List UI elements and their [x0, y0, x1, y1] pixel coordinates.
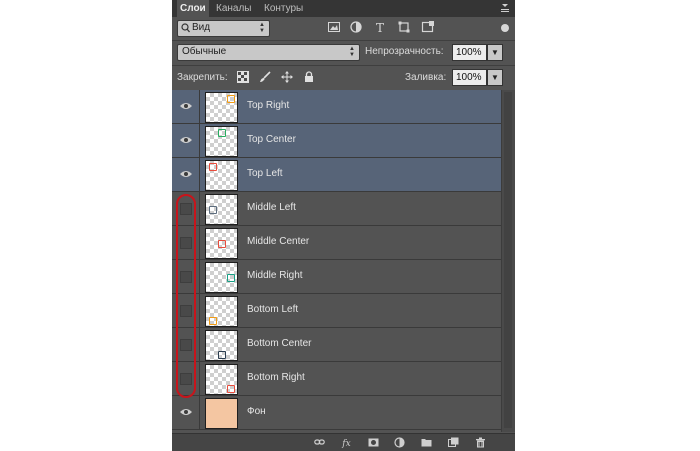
layer-row[interactable]: Фон [172, 396, 502, 430]
shape-filter-icon[interactable] [397, 20, 411, 34]
layer-list: Top Right Top Center Top Left Middle Left Mi… [172, 90, 502, 432]
add-mask-icon[interactable] [368, 437, 379, 448]
tab-paths[interactable]: Контуры [264, 0, 303, 17]
lock-label: Закрепить: [177, 72, 228, 83]
thumbnail-marker [227, 274, 235, 282]
thumbnail-marker [218, 240, 226, 248]
visibility-toggle[interactable] [172, 158, 200, 191]
layer-thumbnail [205, 92, 238, 123]
layer-name[interactable]: Middle Right [247, 270, 303, 281]
layer-row[interactable]: Middle Left [172, 192, 502, 226]
visibility-toggle[interactable] [172, 396, 200, 429]
blend-row: Обычные ▲ ▼ Непрозрачность: 100% ▼ [172, 40, 515, 65]
fill-dropdown-button[interactable]: ▼ [487, 69, 503, 86]
filter-toggle[interactable] [501, 24, 509, 32]
layer-thumbnail [205, 330, 238, 361]
opacity-input[interactable]: 100% [452, 44, 487, 61]
eye-icon [180, 409, 192, 415]
thumbnail-marker [218, 351, 226, 359]
adjustment-layer-icon[interactable] [394, 437, 405, 448]
type-filter-icon[interactable]: T [373, 20, 387, 34]
layer-row[interactable]: Middle Right [172, 260, 502, 294]
eye-icon [180, 137, 192, 143]
layer-thumbnail [205, 364, 238, 395]
scrollbar-thumb[interactable] [504, 92, 512, 428]
panel-menu-icon[interactable] [499, 2, 511, 14]
layer-thumbnail [205, 398, 238, 429]
lock-all-icon[interactable] [303, 71, 315, 83]
layer-thumbnail [205, 126, 238, 157]
lock-row: Закрепить: Заливка: 100% ▼ [172, 65, 515, 90]
opacity-dropdown-button[interactable]: ▼ [487, 44, 503, 61]
layer-name[interactable]: Middle Left [247, 202, 296, 213]
svg-text:fx: fx [341, 439, 350, 448]
thumbnail-marker [209, 206, 217, 214]
lock-position-icon[interactable] [281, 71, 293, 83]
fill-input[interactable]: 100% [452, 69, 487, 86]
fill-label: Заливка: [405, 72, 447, 83]
new-layer-icon[interactable] [448, 437, 459, 448]
svg-text:T: T [376, 21, 384, 34]
layer-row[interactable]: Top Left [172, 158, 502, 192]
visibility-annotation-highlight [176, 194, 196, 398]
thumbnail-marker [218, 129, 226, 137]
delete-icon[interactable] [475, 437, 486, 448]
filter-row: Вид ▲ ▼ T [172, 17, 515, 39]
layer-name[interactable]: Фон [247, 406, 266, 417]
tab-layers[interactable]: Слои [177, 0, 209, 17]
layer-name[interactable]: Bottom Left [247, 304, 298, 315]
layer-row[interactable]: Middle Center [172, 226, 502, 260]
lock-transparent-pixels-icon[interactable] [237, 71, 249, 83]
fx-icon[interactable]: fx [341, 437, 352, 448]
layer-name[interactable]: Middle Center [247, 236, 309, 247]
layer-row[interactable]: Bottom Center [172, 328, 502, 362]
image-filter-icon[interactable] [327, 20, 341, 34]
layer-name[interactable]: Top Right [247, 100, 289, 111]
tab-bar: Слои Каналы Контуры [172, 0, 515, 17]
layer-thumbnail [205, 262, 238, 293]
layer-thumbnail [205, 160, 238, 191]
layer-row[interactable]: Top Center [172, 124, 502, 158]
new-group-icon[interactable] [421, 437, 432, 448]
thumbnail-marker [209, 163, 217, 171]
layer-row[interactable]: Bottom Left [172, 294, 502, 328]
blend-mode-select[interactable]: Обычные ▲ ▼ [177, 44, 360, 61]
eye-icon [180, 171, 192, 177]
chevron-updown-icon: ▲ ▼ [259, 22, 265, 34]
layer-name[interactable]: Top Left [247, 168, 283, 179]
link-layers-icon[interactable] [314, 437, 325, 448]
layer-name[interactable]: Bottom Right [247, 372, 305, 383]
layer-row[interactable]: Top Right [172, 90, 502, 124]
adjustment-filter-icon[interactable] [349, 20, 363, 34]
tab-channels[interactable]: Каналы [216, 0, 252, 17]
search-icon [181, 23, 190, 33]
layers-bottom-toolbar: fx [172, 433, 515, 451]
visibility-toggle[interactable] [172, 90, 200, 123]
lock-image-pixels-icon[interactable] [259, 71, 271, 83]
layer-row[interactable]: Bottom Right [172, 362, 502, 396]
chevron-updown-icon: ▲ ▼ [349, 46, 355, 58]
visibility-toggle[interactable] [172, 124, 200, 157]
thumbnail-marker [209, 317, 217, 325]
layer-list-scrollbar[interactable] [501, 90, 515, 432]
filter-kind-select[interactable]: Вид ▲ ▼ [177, 20, 270, 37]
blend-mode-value: Обычные [182, 46, 227, 57]
thumbnail-marker [227, 385, 235, 393]
layer-thumbnail [205, 228, 238, 259]
smart-object-filter-icon[interactable] [421, 20, 435, 34]
filter-kind-value: Вид [192, 22, 211, 33]
layer-thumbnail [205, 194, 238, 225]
eye-icon [180, 103, 192, 109]
opacity-label: Непрозрачность: [365, 46, 444, 57]
layers-panel: Слои Каналы Контуры Вид ▲ ▼ T Обычные ▲ … [172, 0, 515, 451]
thumbnail-marker [227, 95, 235, 103]
layer-name[interactable]: Bottom Center [247, 338, 311, 349]
layer-name[interactable]: Top Center [247, 134, 296, 145]
layer-thumbnail [205, 296, 238, 327]
